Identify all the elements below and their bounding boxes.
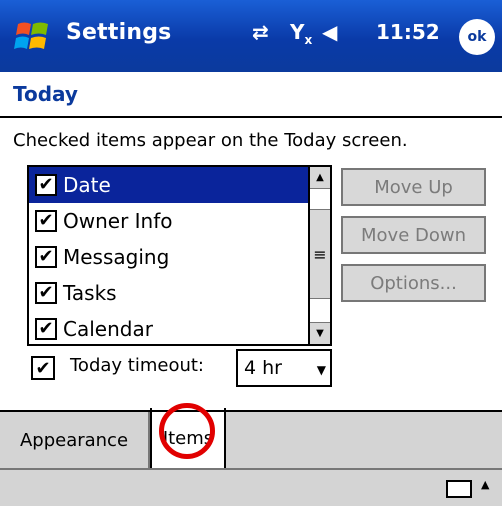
timeout-checkbox[interactable]: ✔ (31, 356, 55, 380)
scroll-thumb[interactable]: ≡ (310, 209, 330, 299)
tab-strip: Appearance Items (0, 408, 502, 470)
keyboard-icon[interactable] (446, 480, 472, 498)
input-menu-arrow-icon[interactable]: ▲ (481, 478, 489, 491)
list-item[interactable]: ✔ Messaging (29, 239, 308, 275)
scroll-down-icon[interactable]: ▼ (310, 322, 330, 344)
sync-icon[interactable]: ⇄ (252, 20, 269, 44)
today-items-list[interactable]: ✔ Date ✔ Owner Info ✔ Messaging ✔ Tasks … (27, 165, 332, 346)
instructions-text: Checked items appear on the Today screen… (13, 130, 408, 151)
item-label: Messaging (63, 245, 170, 269)
list-scrollbar[interactable]: ▲ ≡ ▼ (308, 167, 330, 344)
highlight-circle-annotation (159, 403, 215, 459)
ok-button[interactable]: ok (459, 19, 495, 55)
header-divider (0, 116, 502, 118)
timeout-value: 4 hr (244, 357, 282, 379)
tab-appearance[interactable]: Appearance (0, 410, 150, 470)
list-item[interactable]: ✔ Tasks (29, 275, 308, 311)
clock[interactable]: 11:52 (376, 20, 440, 44)
item-checkbox[interactable]: ✔ (35, 210, 57, 232)
list-item[interactable]: ✔ Calendar (29, 311, 308, 344)
bottom-menu-bar: ▲ (0, 468, 502, 506)
item-label: Date (63, 173, 111, 197)
timeout-select[interactable]: 4 hr ▼ (236, 349, 332, 387)
options-button[interactable]: Options... (341, 264, 486, 302)
item-label: Tasks (63, 281, 117, 305)
item-label: Calendar (63, 317, 153, 341)
timeout-label: Today timeout: (70, 355, 204, 376)
tabs-divider (0, 410, 502, 412)
list-item[interactable]: ✔ Date (29, 167, 308, 203)
list-item[interactable]: ✔ Owner Info (29, 203, 308, 239)
item-checkbox[interactable]: ✔ (35, 282, 57, 304)
page-title: Today (13, 82, 78, 106)
app-title: Settings (66, 20, 172, 45)
item-checkbox[interactable]: ✔ (35, 318, 57, 340)
settings-today-screen: Settings ⇄ Yx ◀︎ 11:52 ok Today Checked … (0, 0, 502, 506)
move-up-button[interactable]: Move Up (341, 168, 486, 206)
item-label: Owner Info (63, 209, 173, 233)
dropdown-arrow-icon[interactable]: ▼ (317, 363, 326, 377)
title-bar: Settings ⇄ Yx ◀︎ 11:52 ok (0, 0, 502, 72)
item-checkbox[interactable]: ✔ (35, 174, 57, 196)
scroll-up-icon[interactable]: ▲ (310, 167, 330, 189)
move-down-button[interactable]: Move Down (341, 216, 486, 254)
speaker-icon[interactable]: ◀︎ (322, 20, 337, 44)
windows-start-icon[interactable] (14, 20, 52, 54)
signal-icon[interactable]: Yx (290, 20, 312, 47)
item-checkbox[interactable]: ✔ (35, 246, 57, 268)
